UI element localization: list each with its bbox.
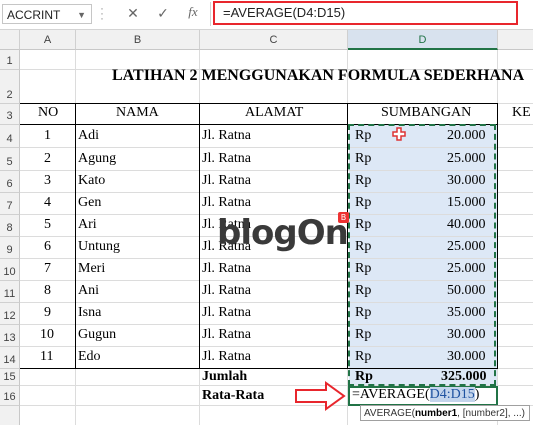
table-border	[75, 103, 76, 369]
insert-function-button[interactable]: fx	[182, 4, 204, 24]
cell-alamat[interactable]: Jl. Ratna	[202, 173, 251, 189]
header-no[interactable]: NO	[38, 105, 58, 121]
row-header-17	[0, 406, 20, 425]
cell-no[interactable]: 11	[40, 349, 53, 365]
header-ket[interactable]: KE	[512, 105, 531, 121]
rata-rata-label[interactable]: Rata-Rata	[202, 388, 264, 404]
cell-no[interactable]: 2	[44, 151, 51, 167]
cell-alamat[interactable]: Jl. Ratna	[202, 349, 251, 365]
cell-nama[interactable]: Ani	[78, 283, 99, 299]
cell-no[interactable]: 3	[44, 173, 51, 189]
sheet-title: LATIHAN 2 MENGGUNAKAN FORMULA SEDERHANA	[112, 67, 525, 84]
row-header-9[interactable]: 9	[0, 237, 20, 259]
row-header-15[interactable]: 15	[0, 369, 20, 386]
row-header-1[interactable]: 1	[0, 50, 20, 70]
enter-entry-button[interactable]: ✓	[152, 4, 174, 24]
row-header-5[interactable]: 5	[0, 148, 20, 171]
cell-alamat[interactable]: Jl. Ratna	[202, 305, 251, 321]
cell-nama[interactable]: Kato	[78, 173, 105, 189]
cell-alamat[interactable]: Jl. Ratna	[202, 283, 251, 299]
header-nama[interactable]: NAMA	[116, 105, 159, 121]
cell-alamat[interactable]: Jl. Ratna	[202, 327, 251, 343]
column-header-c[interactable]: C	[200, 30, 348, 50]
cell-nama[interactable]: Meri	[78, 261, 105, 277]
cell-nama[interactable]: Agung	[78, 151, 116, 167]
row-header-6[interactable]: 6	[0, 171, 20, 193]
jumlah-rp[interactable]: Rp	[355, 369, 373, 385]
cell-alamat[interactable]: Jl. Ratna	[202, 128, 251, 144]
cell-nama[interactable]: Untung	[78, 239, 120, 255]
cross-cursor-icon	[392, 127, 406, 141]
cell-nama[interactable]: Adi	[78, 128, 99, 144]
cell-nama[interactable]: Gugun	[78, 327, 116, 343]
row-header-7[interactable]: 7	[0, 193, 20, 215]
cell-edit-formula[interactable]: =AVERAGE(D4:D15)	[352, 387, 479, 403]
row-header-16[interactable]: 16	[0, 386, 20, 406]
blogon-logo: blogOn	[217, 213, 349, 253]
cell-nama[interactable]: Ari	[78, 217, 97, 233]
cell-alamat[interactable]: Jl. Ratna	[202, 261, 251, 277]
logo-badge-icon: B	[338, 212, 349, 223]
cancel-entry-button[interactable]: ✕	[122, 4, 144, 24]
cell-no[interactable]: 6	[44, 239, 51, 255]
red-arrow-icon	[295, 381, 346, 411]
table-border	[20, 103, 498, 104]
row-header-10[interactable]: 10	[0, 259, 20, 281]
table-border	[497, 103, 498, 369]
row-header-11[interactable]: 11	[0, 281, 20, 303]
cell-nama[interactable]: Isna	[78, 305, 101, 321]
cell-no[interactable]: 9	[44, 305, 51, 321]
cell-alamat[interactable]: Jl. Ratna	[202, 151, 251, 167]
row-header-4[interactable]: 4	[0, 125, 20, 148]
jumlah-value[interactable]: 325.000	[441, 369, 487, 385]
row-header-12[interactable]: 12	[0, 303, 20, 325]
cell-no[interactable]: 5	[44, 217, 51, 233]
formula-bar: ACCRINT ▼ · · · ✕ ✓ fx =AVERAGE(D4:D15)	[0, 0, 533, 30]
header-alamat[interactable]: ALAMAT	[245, 105, 303, 121]
name-box-value: ACCRINT	[7, 8, 61, 22]
formula-input[interactable]: =AVERAGE(D4:D15)	[213, 1, 518, 25]
tooltip-arg-number1[interactable]: number1	[415, 408, 457, 419]
row-header-8[interactable]: 8	[0, 215, 20, 237]
column-header-b[interactable]: B	[76, 30, 200, 50]
row-header-14[interactable]: 14	[0, 347, 20, 369]
column-header-a[interactable]: A	[20, 30, 76, 50]
row-header-3[interactable]: 3	[0, 104, 20, 125]
cell-no[interactable]: 8	[44, 283, 51, 299]
header-sumbangan[interactable]: SUMBANGAN	[381, 105, 471, 121]
row-header-2[interactable]: 2	[0, 70, 20, 104]
cell-no[interactable]: 4	[44, 195, 51, 211]
cell-no[interactable]: 1	[44, 128, 51, 144]
copy-marquee	[348, 124, 496, 386]
cell-nama[interactable]: Gen	[78, 195, 101, 211]
table-border	[199, 103, 200, 369]
name-box-dropdown-icon[interactable]: ▼	[77, 5, 86, 25]
cell-alamat[interactable]: Jl. Ratna	[202, 195, 251, 211]
function-tooltip[interactable]: AVERAGE(number1, [number2], ...)	[360, 405, 530, 421]
jumlah-label[interactable]: Jumlah	[202, 369, 247, 385]
column-header-e[interactable]	[498, 30, 533, 50]
name-box[interactable]: ACCRINT ▼	[2, 4, 92, 24]
select-all-corner[interactable]	[0, 30, 20, 50]
column-header-d[interactable]: D	[348, 30, 498, 50]
formula-bar-grip-icon: · · ·	[100, 1, 104, 25]
row-header-13[interactable]: 13	[0, 325, 20, 347]
cell-no[interactable]: 7	[44, 261, 51, 277]
formula-bar-divider	[210, 2, 211, 26]
cell-no[interactable]: 10	[40, 327, 54, 343]
range-reference: D4:D15	[429, 387, 475, 402]
cell-nama[interactable]: Edo	[78, 349, 101, 365]
